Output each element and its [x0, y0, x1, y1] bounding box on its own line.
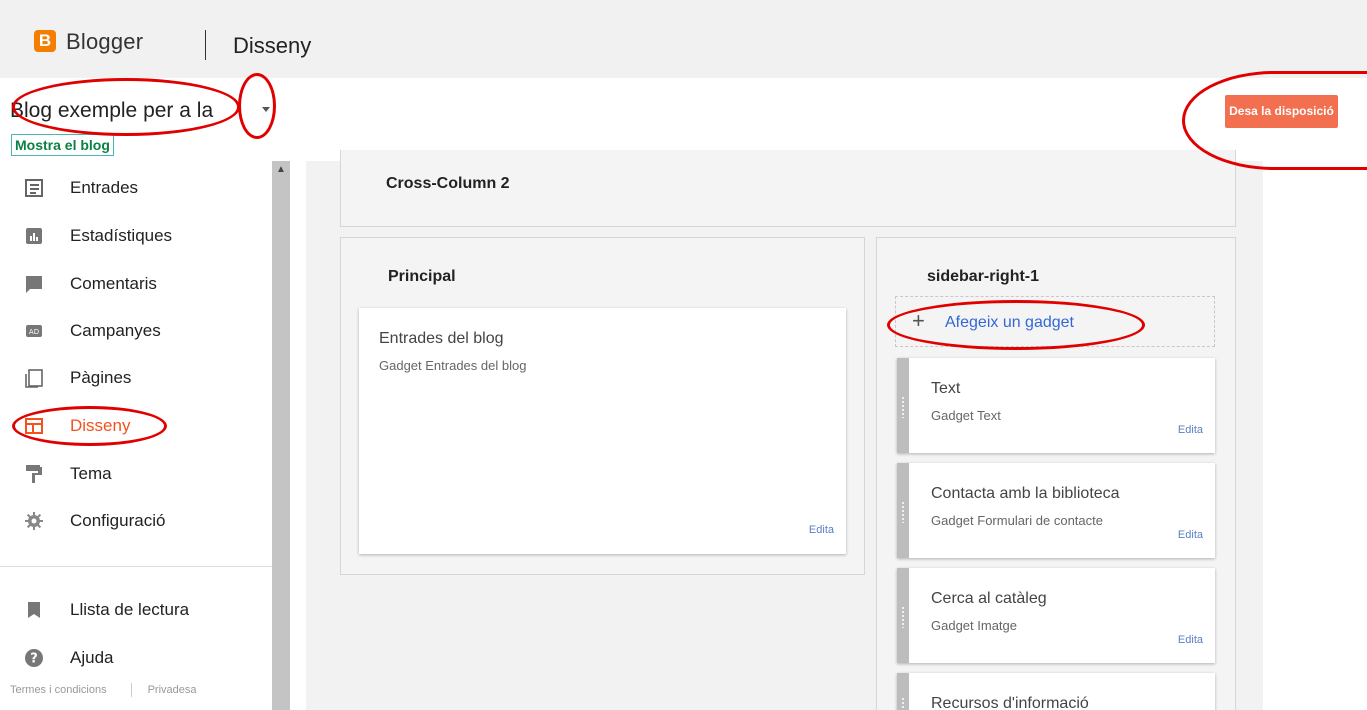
- svg-text:?: ?: [30, 652, 38, 667]
- sidebar-item-estadistiques[interactable]: Estadístiques: [24, 221, 172, 251]
- blog-dropdown-icon[interactable]: [255, 98, 277, 120]
- sidebar-item-label: Tema: [70, 464, 112, 483]
- sidebar-item-label: Llista de lectura: [70, 600, 190, 619]
- sidebar-nav: Entrades Estadístiques Comentaris AD Cam…: [0, 161, 290, 710]
- sidebar-item-comentaris[interactable]: Comentaris: [24, 269, 157, 299]
- edit-link[interactable]: Edita: [809, 524, 834, 536]
- edit-link[interactable]: Edita: [1178, 529, 1203, 541]
- page-title: Disseny: [233, 33, 312, 58]
- blog-bar: Blog exemple per a la Mostra el blog Des…: [0, 78, 1367, 161]
- sidebar-item-llista-de-lectura[interactable]: Llista de lectura: [24, 595, 189, 625]
- cross-column-section: Cross-Column 2: [340, 150, 1236, 227]
- gadget-card[interactable]: Cerca al catàleg Gadget Imatge Edita: [897, 568, 1215, 663]
- gadget-subtitle: Gadget Formulari de contacte: [931, 513, 1103, 528]
- sidebar-scrollbar[interactable]: [272, 161, 290, 710]
- gadget-card[interactable]: Text Gadget Text Edita: [897, 358, 1215, 453]
- gadget-title: Recursos d'informació: [931, 695, 1089, 710]
- theme-icon: [24, 464, 44, 484]
- sidebar-item-disseny[interactable]: Disseny: [24, 411, 130, 441]
- layout-icon: [24, 416, 44, 436]
- footer-separator: [130, 683, 132, 697]
- drag-handle-icon[interactable]: [897, 568, 909, 663]
- top-bar: B Blogger Disseny: [0, 0, 1367, 78]
- gadget-title: Text: [931, 380, 961, 397]
- add-gadget-label: Afegeix un gadget: [945, 314, 1074, 331]
- save-layout-button[interactable]: Desa la disposició: [1225, 95, 1338, 128]
- sidebar-footer: Termes i condicions Privadesa: [10, 683, 197, 697]
- workspace-gutter: [290, 161, 306, 710]
- sidebar-item-pagines[interactable]: Pàgines: [24, 363, 131, 393]
- app-name[interactable]: Blogger: [66, 29, 143, 55]
- header-divider: [205, 30, 206, 60]
- sidebar-item-label: Campanyes: [70, 321, 161, 340]
- comments-icon: [24, 274, 44, 294]
- sidebar-item-label: Ajuda: [70, 648, 114, 667]
- plus-icon: +: [912, 308, 925, 333]
- drag-handle-icon[interactable]: [897, 673, 909, 710]
- bookmark-icon: [24, 600, 44, 620]
- scroll-up-arrow-icon[interactable]: ▲: [276, 165, 286, 175]
- drag-handle-icon[interactable]: [897, 463, 909, 558]
- blogger-logo-icon[interactable]: B: [34, 30, 56, 52]
- sidebar-item-label: Disseny: [70, 416, 131, 435]
- gadget-title: Contacta amb la biblioteca: [931, 485, 1120, 502]
- gadget-card[interactable]: Entrades del blog Gadget Entrades del bl…: [359, 308, 846, 554]
- gadget-title: Cerca al catàleg: [931, 590, 1047, 607]
- edit-link[interactable]: Edita: [1178, 424, 1203, 436]
- pages-icon: [24, 368, 44, 388]
- section-title: Principal: [388, 268, 456, 285]
- blog-name[interactable]: Blog exemple per a la: [10, 99, 213, 123]
- gadget-card[interactable]: Contacta amb la biblioteca Gadget Formul…: [897, 463, 1215, 558]
- privacy-link[interactable]: Privadesa: [148, 684, 197, 696]
- sidebar-divider: [0, 566, 272, 567]
- sidebar-item-label: Estadístiques: [70, 226, 173, 245]
- campaigns-icon: AD: [24, 321, 44, 341]
- gadget-card[interactable]: Recursos d'informació: [897, 673, 1215, 710]
- section-title: sidebar-right-1: [927, 268, 1040, 285]
- terms-link[interactable]: Termes i condicions: [10, 684, 107, 696]
- sidebar-item-entrades[interactable]: Entrades: [24, 173, 138, 203]
- sidebar-item-campanyes[interactable]: AD Campanyes: [24, 316, 161, 346]
- blogger-app: B Blogger Disseny Blog exemple per a la …: [0, 0, 1367, 710]
- svg-text:AD: AD: [29, 328, 39, 336]
- stats-icon: [24, 226, 44, 246]
- sidebar-item-label: Configuració: [70, 511, 166, 530]
- posts-icon: [24, 178, 44, 198]
- workspace-right-margin: [1263, 161, 1367, 710]
- help-icon: ?: [24, 648, 44, 668]
- view-blog-link[interactable]: Mostra el blog: [11, 134, 114, 156]
- gadget-title: Entrades del blog: [379, 330, 504, 347]
- sidebar-item-label: Comentaris: [70, 274, 157, 293]
- settings-icon: [24, 511, 44, 531]
- add-gadget-button[interactable]: + Afegeix un gadget: [895, 296, 1215, 347]
- sidebar-item-label: Pàgines: [70, 368, 132, 387]
- edit-link[interactable]: Edita: [1178, 634, 1203, 646]
- sidebar-item-ajuda[interactable]: ? Ajuda: [24, 643, 113, 673]
- gadget-subtitle: Gadget Entrades del blog: [379, 358, 527, 373]
- gadget-subtitle: Gadget Imatge: [931, 618, 1017, 633]
- drag-handle-icon[interactable]: [897, 358, 909, 453]
- section-title: Cross-Column 2: [386, 175, 510, 192]
- sidebar-item-configuracio[interactable]: Configuració: [24, 506, 165, 536]
- sidebar-item-label: Entrades: [70, 178, 139, 197]
- sidebar-item-tema[interactable]: Tema: [24, 459, 112, 489]
- gadget-subtitle: Gadget Text: [931, 408, 1001, 423]
